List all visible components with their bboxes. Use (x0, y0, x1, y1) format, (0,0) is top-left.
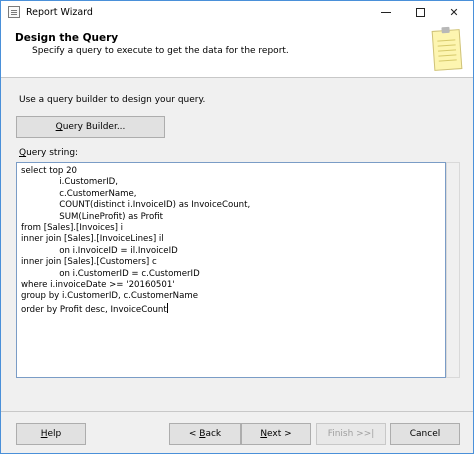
query-builder-button[interactable]: Query Builder... (16, 116, 165, 138)
cancel-button[interactable]: Cancel (390, 423, 460, 445)
report-wizard-window: Report Wizard ✕ Design the Query Specify… (0, 0, 474, 454)
query-scrollbar[interactable] (446, 162, 460, 378)
query-line: SUM(LineProfit) as Profit (21, 211, 164, 222)
query-line: from [Sales].[Invoices] i (21, 222, 124, 233)
close-button[interactable]: ✕ (437, 1, 471, 23)
query-line: on i.CustomerID = c.CustomerID (21, 268, 200, 279)
page-subtitle: Specify a query to execute to get the da… (32, 46, 289, 56)
finish-label: Finish >>| (327, 429, 375, 439)
page-title: Design the Query (15, 32, 119, 44)
query-line: COUNT(distinct i.InvoiceID) as InvoiceCo… (21, 200, 251, 211)
query-line: select top 20 (21, 166, 78, 176)
notepad-icon (431, 29, 463, 71)
query-line: order by Profit desc, InvoiceCount (21, 302, 168, 315)
footer-divider (1, 411, 473, 412)
next-label: Next > (260, 429, 292, 439)
title-bar: Report Wizard ✕ (1, 1, 473, 23)
close-icon: ✕ (449, 5, 459, 19)
query-line: where i.invoiceDate >= '20160501' (21, 279, 175, 290)
query-line: inner join [Sales].[Customers] c (21, 257, 157, 268)
query-line: group by i.CustomerID, c.CustomerName (21, 291, 198, 302)
next-button[interactable]: Next > (241, 423, 311, 445)
query-string-textarea[interactable]: select top 20 i.CustomerID, c.CustomerNa… (16, 162, 446, 378)
query-string-label: Query string: (19, 148, 79, 158)
maximize-icon (415, 7, 425, 17)
finish-button[interactable]: Finish >>| (316, 423, 386, 445)
cancel-label: Cancel (409, 429, 441, 439)
query-builder-label: Query Builder... (55, 122, 126, 132)
back-button[interactable]: < Back (169, 423, 241, 445)
help-label: Help (40, 429, 62, 439)
query-line: inner join [Sales].[InvoiceLines] il (21, 234, 164, 245)
maximize-button[interactable] (403, 1, 437, 23)
instructions-text: Use a query builder to design your query… (19, 95, 206, 105)
window-title: Report Wizard (26, 6, 93, 18)
wizard-header: Design the Query Specify a query to exec… (1, 23, 473, 78)
text-caret (166, 302, 168, 313)
query-line: i.CustomerID, (21, 177, 118, 188)
report-wizard-icon (8, 6, 20, 18)
back-label: < Back (188, 429, 222, 439)
minimize-icon (381, 11, 391, 13)
query-line: c.CustomerName, (21, 188, 137, 199)
minimize-button[interactable] (369, 1, 403, 23)
help-button[interactable]: Help (16, 423, 86, 445)
query-line: on i.InvoiceID = il.InvoiceID (21, 245, 178, 256)
